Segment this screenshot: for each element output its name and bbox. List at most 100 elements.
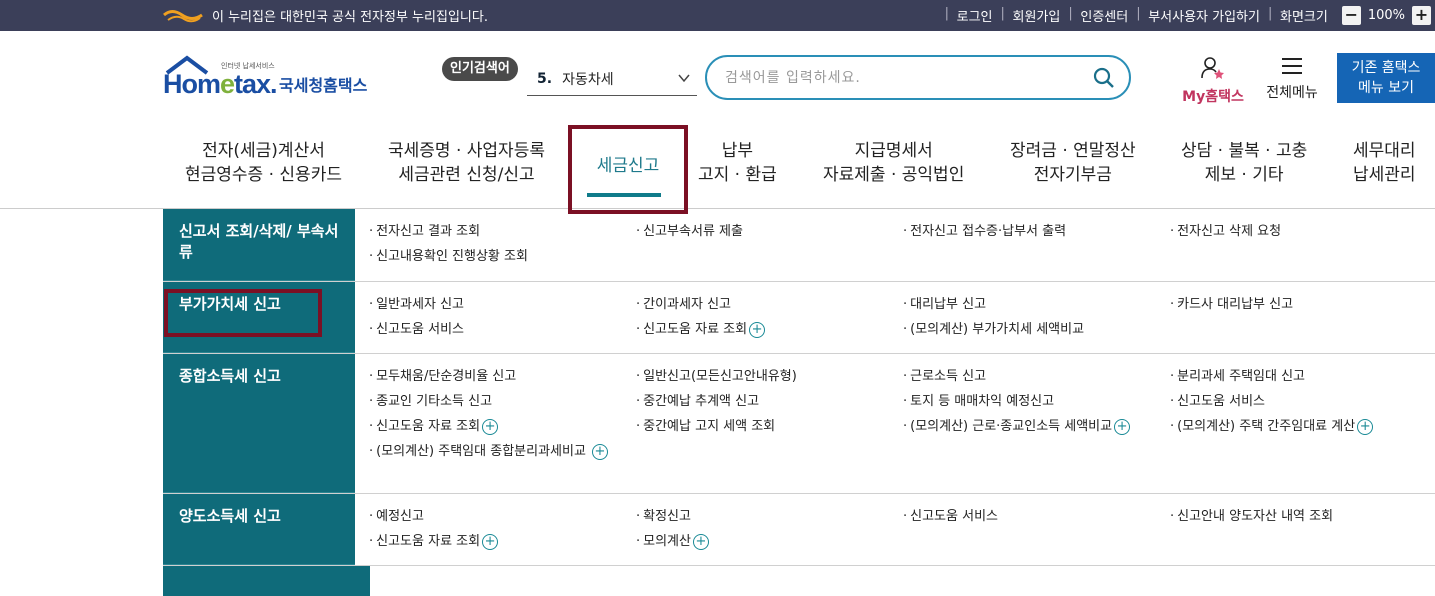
cert-center-link[interactable]: 인증센터 [1068,6,1138,25]
zoom-value: 100% [1367,8,1405,23]
dept-user-signup-link[interactable]: 부서사용자 가입하기 [1136,6,1270,25]
submenu-link[interactable]: · 전자신고 결과 조회 [369,221,636,242]
expand-plus-icon[interactable]: + [482,419,499,435]
nav-payment-statement-line2: 자료제출 · 공익법인 [823,165,965,185]
submenu-link[interactable]: · 전자신고 접수증·납부서 출력 [903,221,1170,242]
submenu-category-return-inquiry[interactable]: 신고서 조회/삭제/ 부속서류 [163,209,355,281]
link-text: (모의계산) 근로·종교인소득 세액비교 [910,419,1113,434]
expand-plus-icon[interactable]: + [692,534,709,550]
logo-ho: Hom [163,69,221,99]
popular-keyword-select[interactable]: 5. 자동차세 [527,63,697,96]
nav-tax-agent-line2: 납세관리 [1353,165,1416,185]
nav-tax-agent-line1: 세무대리 [1353,141,1416,161]
submenu-link[interactable]: · 전자신고 삭제 요청 [1170,221,1435,242]
submenu-link[interactable]: · 근로소득 신고 [903,366,1170,387]
my-hometax-button[interactable]: My홈택스 [1178,56,1248,106]
nav-incentive-line2: 전자기부금 [1033,165,1112,185]
old-hometax-menu-button[interactable]: 기존 홈택스 메뉴 보기 [1337,53,1435,103]
submenu-link[interactable]: · 신고도움 서비스 [1170,391,1435,412]
logo-tax: tax. [234,69,278,99]
popular-keyword-text: 자동차세 [562,72,614,88]
submenu-link[interactable]: · 일반과세자 신고 [369,294,636,315]
submenu-link[interactable]: · 대리납부 신고 [903,294,1170,315]
submenu-link[interactable]: · 신고안내 양도자산 내역 조회 [1170,506,1435,527]
nav-certificates[interactable]: 국세증명 · 사업자등록 세금관련 신청/신고 [388,139,545,187]
link-text: 신고안내 양도자산 내역 조회 [1177,509,1334,524]
hometax-logo[interactable]: 인터넷 납세서비스 Hometax. 국세청홈택스 [163,55,378,105]
signup-link[interactable]: 회원가입 [1001,6,1071,25]
submenu-link[interactable]: · 신고도움 자료 조회 + [636,319,903,340]
expand-plus-icon[interactable]: + [482,534,499,550]
submenu-link[interactable]: · 신고도움 자료 조회 + [369,531,636,552]
nav-payment[interactable]: 납부 고지 · 환급 [698,139,777,187]
nav-incentive[interactable]: 장려금 · 연말정산 전자기부금 [1010,139,1136,187]
submenu-link[interactable]: · 모의계산 + [636,531,903,552]
highlight-box [164,289,322,337]
link-text: 토지 등 매매차익 예정신고 [910,394,1055,409]
submenu-link[interactable]: · 간이과세자 신고 [636,294,903,315]
zoom-out-button[interactable]: − [1341,6,1361,25]
submenu-link[interactable]: · 신고도움 자료 조회 + [369,416,636,437]
nav-tax-filing-label: 세금신고 [596,156,660,176]
submenu-link[interactable]: · 확정신고 [636,506,903,527]
submenu-links: · 모두채움/단순경비율 신고 · 일반신고(모든신고안내유형) · 근로소득 신고 … [355,354,1435,493]
submenu-links: · 일반과세자 신고 · 간이과세자 신고 · 대리납부 신고 · 카드사 대리납부 신… [355,282,1435,353]
link-text: 근로소득 신고 [910,369,987,384]
nav-tax-agent[interactable]: 세무대리 납세관리 [1353,139,1416,187]
gov-banner-text: 이 누리집은 대한민국 공식 전자정부 누리집입니다. [212,10,488,25]
expand-plus-icon[interactable]: + [1357,419,1374,435]
submenu-link[interactable]: · 중간예납 고지 세액 조회 [636,416,903,437]
submenu-category-income-tax[interactable]: 종합소득세 신고 [163,354,355,493]
link-text: 중간예납 고지 세액 조회 [643,419,776,434]
search-input[interactable] [725,67,1085,89]
nav-consultation[interactable]: 상담 · 불복 · 고충 제보 · 기타 [1181,139,1307,187]
login-link[interactable]: 로그인 [945,6,1003,25]
submenu-link[interactable]: · 카드사 대리납부 신고 [1170,294,1435,315]
link-text: 모의계산 [643,534,691,549]
all-menu-button[interactable]: 전체메뉴 [1260,56,1324,102]
nav-payment-line2: 고지 · 환급 [698,165,777,185]
submenu-link[interactable]: · 중간예납 추계액 신고 [636,391,903,412]
link-text: 종교인 기타소득 신고 [376,394,493,409]
submenu-link[interactable]: · 일반신고(모든신고안내유형) [636,366,903,387]
submenu-link[interactable]: · 분리과세 주택임대 신고 [1170,366,1435,387]
nav-e-invoice-line2: 현금영수증 · 신용카드 [185,165,342,185]
nav-payment-statement-line1: 지급명세서 [854,141,933,161]
submenu-link[interactable]: · (모의계산) 근로·종교인소득 세액비교 + [903,416,1170,437]
link-text: 확정신고 [643,509,691,524]
nav-certificates-line2: 세금관련 신청/신고 [398,165,535,185]
link-text: 간이과세자 신고 [643,297,731,312]
submenu-link[interactable]: · 신고도움 서비스 [903,506,1170,527]
submenu-link[interactable]: · 종교인 기타소득 신고 [369,391,636,412]
old-home-line2: 메뉴 보기 [1358,80,1414,96]
submenu-link[interactable]: · 신고내용확인 진행상황 조회 [369,246,636,267]
submenu-link[interactable]: · 모두채움/단순경비율 신고 [369,366,636,387]
expand-plus-icon[interactable]: + [749,322,766,338]
expand-plus-icon[interactable]: + [591,444,608,460]
submenu-link[interactable]: · 신고도움 서비스 [369,319,636,340]
submenu-link[interactable]: · (모의계산) 주택 간주임대료 계산 + [1170,416,1435,437]
link-text: 신고부속서류 제출 [643,224,743,239]
submenu-link[interactable]: · 예정신고 [369,506,636,527]
old-home-line1: 기존 홈택스 [1351,60,1421,76]
link-text: 전자신고 접수증·납부서 출력 [910,224,1067,239]
submenu-link[interactable]: · 토지 등 매매차익 예정신고 [903,391,1170,412]
submenu-link[interactable]: · 신고부속서류 제출 [636,221,903,242]
link-text: 신고도움 자료 조회 [643,322,748,337]
submenu-link[interactable]: · (모의계산) 부가가치세 세액비교 [903,319,1170,340]
search-box [705,55,1131,100]
submenu-category-capital-gains[interactable]: 양도소득세 신고 [163,494,355,565]
nav-e-invoice[interactable]: 전자(세금)계산서 현금영수증 · 신용카드 [185,139,342,187]
nav-payment-statement[interactable]: 지급명세서 자료제출 · 공익법인 [823,139,964,187]
submenu-links: · 예정신고 · 확정신고 · 신고도움 서비스 · 신고안내 양도자산 내역 조회 ·… [355,494,1435,565]
nav-tax-filing-active[interactable]: 세금신고 [568,125,688,214]
link-text: 예정신고 [376,509,424,524]
submenu-link[interactable]: · (모의계산) 주택임대 종합분리과세비교 + [369,441,619,462]
search-icon[interactable] [1093,67,1115,89]
my-hometax-label: My홈택스 [1182,89,1244,105]
zoom-in-button[interactable]: + [1412,6,1431,25]
submenu-row: 종합소득세 신고 · 모두채움/단순경비율 신고 · 일반신고(모든신고안내유형) … [163,354,1435,494]
expand-plus-icon[interactable]: + [1114,419,1131,435]
submenu-category-next[interactable] [163,566,370,596]
link-text: 신고도움 자료 조회 [376,419,481,434]
